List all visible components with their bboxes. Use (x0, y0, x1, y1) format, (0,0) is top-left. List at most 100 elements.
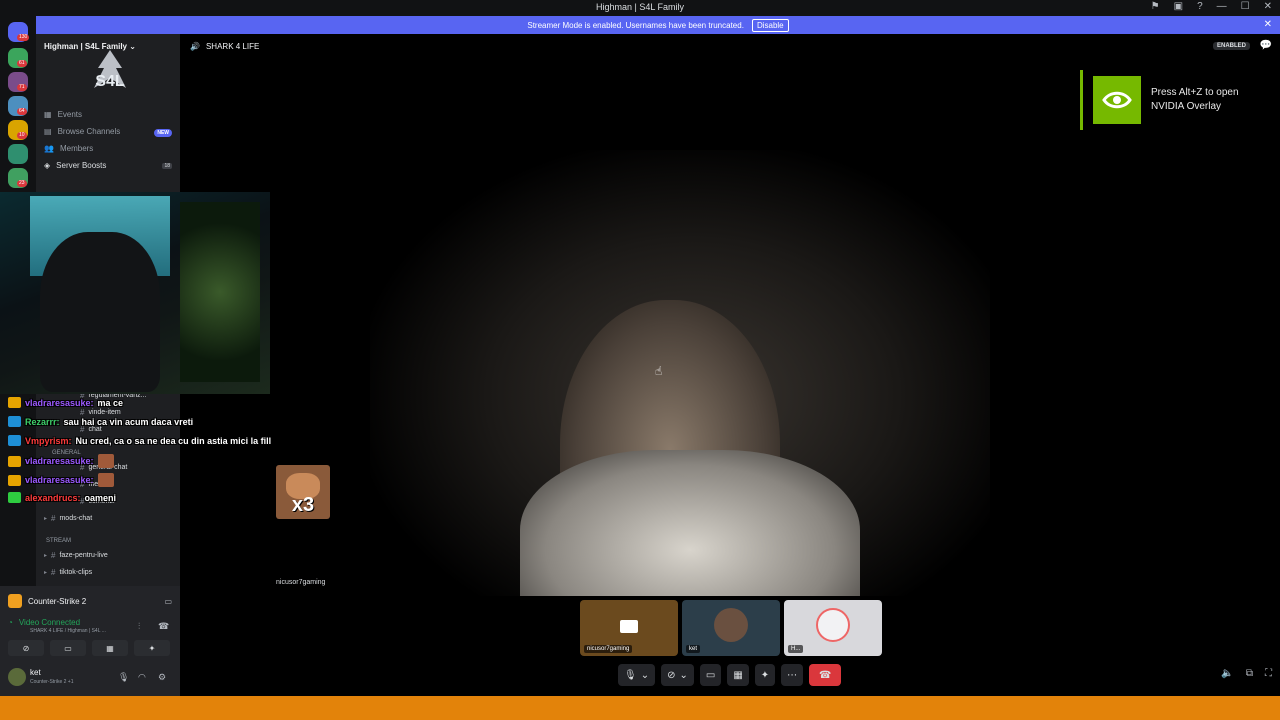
voice-channel-name: SHARK 4 LIFE (205, 42, 260, 51)
volume-icon[interactable]: 🔈 (1221, 668, 1233, 679)
crown-icon (8, 397, 21, 408)
activity-row[interactable]: Counter-Strike 2 ▭ (8, 594, 172, 608)
boost-icon: ◈ (44, 161, 51, 170)
chat-message: Vmpyrism: Nu cred, ca o sa ne dea cu din… (8, 435, 271, 446)
avatar[interactable] (8, 668, 26, 686)
crown-icon (8, 455, 21, 467)
server-icon[interactable] (8, 144, 28, 164)
nav-browse-channels[interactable]: ▤ Browse Channels (44, 127, 172, 136)
signal-icon: ◔ (8, 618, 13, 627)
channel-tiktok-clips[interactable]: ▸ # tiktok-clips (44, 568, 92, 577)
flag-icon[interactable]: ⚑ (1151, 1, 1160, 12)
nvidia-overlay-text: Press Alt+Z to open NVIDIA Overlay (1151, 87, 1239, 112)
participant-tile[interactable]: nicusor7gaming (580, 600, 678, 656)
participant-tile[interactable]: H... (784, 600, 882, 656)
soundboard-button[interactable]: ✦ (134, 640, 170, 656)
fullscreen-icon[interactable]: ⛶ (1265, 668, 1272, 679)
channel-faze-pentru-live[interactable]: ▸ # faze-pentru-live (44, 551, 108, 560)
server-badge: 10 (17, 132, 27, 139)
screen-share-button[interactable]: ▭ (50, 640, 86, 656)
activities-icon: ▦ (106, 643, 114, 653)
more-icon: ⋯ (787, 669, 798, 681)
chevron-down-icon: ⌄ (679, 669, 688, 681)
disable-streamer-mode-button[interactable]: Disable (751, 18, 789, 32)
settings-icon[interactable]: ⚙ (158, 672, 166, 683)
username: ket (30, 668, 41, 677)
camera-off-icon: ⊘ (667, 669, 676, 681)
help-icon[interactable]: ? (1197, 1, 1203, 12)
close-icon[interactable]: ✕ (1264, 1, 1272, 12)
disconnect-button[interactable]: ☎ (809, 664, 842, 686)
browse-icon: ▤ (44, 127, 52, 136)
microphone-icon: 🎙 (624, 669, 637, 681)
svg-text:S4L: S4L (95, 73, 125, 90)
nav-events[interactable]: ▦ Events (44, 110, 82, 119)
avatar-icon (816, 608, 850, 642)
activities-button[interactable]: ▦ (92, 640, 128, 656)
enabled-badge: ENABLED (1212, 42, 1250, 50)
soundboard-button[interactable]: ✦ (754, 664, 776, 686)
participant-tiles: nicusor7gaming ket H... (580, 600, 882, 656)
members-icon: 👥 (44, 144, 54, 153)
badge-icon (8, 416, 21, 427)
chat-message: Rezarrr: sau hai ca vin acum daca vreti (8, 416, 193, 427)
channel-mods-chat[interactable]: ▸ # mods-chat (44, 514, 92, 523)
chat-message: vladraresasuke: (8, 454, 114, 468)
main-video-feed[interactable] (370, 150, 990, 596)
popout-icon[interactable]: ⧉ (1246, 668, 1253, 679)
hash-icon: # (51, 551, 56, 560)
person-silhouette (40, 232, 160, 392)
more-options-button[interactable]: ⋯ (781, 664, 804, 686)
microphone-button[interactable]: 🎙 ⌄ (618, 664, 656, 686)
activity-settings-icon[interactable]: ▭ (164, 597, 172, 606)
nav-server-boosts[interactable]: ◈ Server Boosts (44, 161, 106, 170)
camera-button[interactable]: ⊘ ⌄ (661, 664, 694, 686)
disconnect-icon[interactable]: ☎ (158, 621, 169, 632)
chat-bubble-icon[interactable]: 💬 (1260, 40, 1272, 51)
activities-button[interactable]: ▦ (727, 664, 749, 686)
headphones-icon[interactable]: ◠ (138, 672, 146, 683)
person-shirt (520, 450, 860, 596)
maximize-icon[interactable]: ☐ (1241, 1, 1250, 12)
participant-tile[interactable]: ket (682, 600, 780, 656)
avatar-icon (714, 608, 748, 642)
voice-channel-header: 🔊 SHARK 4 LIFE ENABLED 💬 (180, 34, 1280, 60)
soundboard-icon: ✦ (760, 669, 770, 681)
hash-icon: # (51, 514, 56, 523)
hang-up-icon: ☎ (818, 669, 832, 681)
camera-icon (620, 620, 638, 633)
crown-icon (8, 474, 21, 486)
streamer-mode-banner: Streamer Mode is enabled. Usernames have… (36, 16, 1280, 34)
taskbar-strip (0, 696, 1280, 720)
camera-off-icon: ⊘ (22, 643, 30, 653)
server-badge: 64 (17, 108, 27, 115)
laughing-emote: x3 (276, 465, 330, 519)
noise-suppression-icon[interactable]: ⫶ (138, 621, 140, 632)
christmas-tree (180, 202, 260, 382)
minimize-icon[interactable]: — (1217, 1, 1227, 12)
soundboard-icon: ✦ (148, 643, 156, 653)
server-badge: 23 (17, 180, 27, 187)
screen-share-icon: ▭ (64, 643, 72, 653)
screen-share-button[interactable]: ▭ (699, 664, 722, 686)
streamer-mode-text: Streamer Mode is enabled. Usernames have… (527, 20, 744, 30)
user-panel: Counter-Strike 2 ▭ ◔ Video Connected SHA… (0, 586, 180, 696)
category-stream[interactable]: STREAM (46, 538, 71, 544)
inbox-icon[interactable]: ▣ (1174, 1, 1183, 12)
server-logo: S4L (94, 50, 126, 90)
user-status: Counter-Strike 2 +1 (30, 679, 74, 685)
calendar-icon: ▦ (44, 110, 52, 119)
voice-status: ◔ Video Connected (8, 618, 81, 627)
camera-toggle-button[interactable]: ⊘ (8, 640, 44, 656)
chat-message: alexandrucs: oameni (8, 492, 116, 503)
microphone-icon[interactable]: 🎙 (118, 672, 129, 683)
game-icon (8, 594, 22, 608)
activities-icon: ▦ (733, 669, 743, 681)
emote-icon (97, 473, 114, 487)
chevron-right-icon: ▸ (44, 570, 48, 576)
participant-name: ket (686, 645, 701, 653)
close-banner-icon[interactable]: ✕ (1264, 19, 1272, 30)
participant-name: H... (788, 645, 804, 653)
participant-name: nicusor7gaming (276, 579, 326, 586)
nav-members[interactable]: 👥 Members (44, 144, 93, 153)
